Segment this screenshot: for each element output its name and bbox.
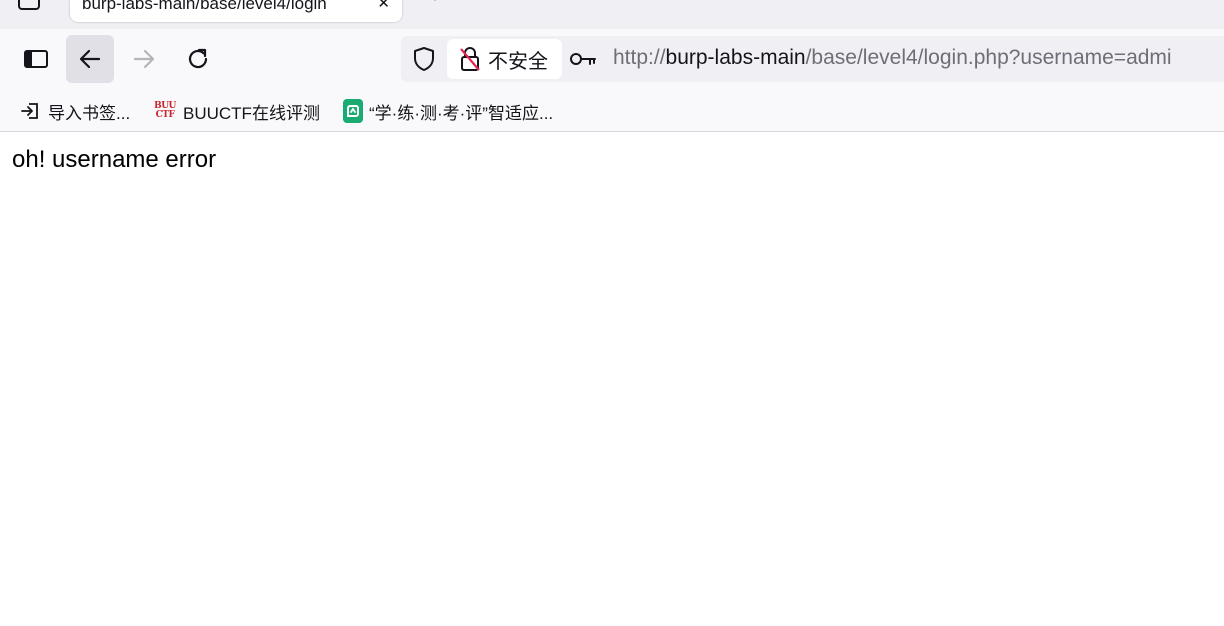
tab-title-fade: [332, 0, 402, 22]
sidebar-icon: [24, 50, 48, 68]
tracking-protection-button[interactable]: [411, 46, 437, 72]
forward-button[interactable]: [120, 35, 168, 83]
saved-password-button[interactable]: [569, 48, 597, 70]
url-host: burp-labs-main: [665, 46, 806, 69]
url-bar[interactable]: 不安全 http://burp-labs-main/base/level4/lo…: [401, 36, 1224, 82]
sidebar-toggle-button[interactable]: [12, 35, 60, 83]
buuctf-logo-icon: BUU CTF: [154, 101, 176, 120]
import-icon: [20, 101, 40, 121]
back-arrow-icon: [79, 49, 101, 69]
tab-strip: burp-labs-main/base/level4/login ✕ +: [0, 0, 1224, 29]
site-security-badge[interactable]: 不安全: [447, 39, 562, 79]
tab-list-icon: [18, 0, 40, 10]
new-tab-button[interactable]: +: [424, 0, 446, 8]
url-text[interactable]: http://burp-labs-main/base/level4/login.…: [613, 46, 1172, 70]
back-button[interactable]: [66, 35, 114, 83]
bookmark-green-app[interactable]: “学·练·测·考·评”智适应...: [343, 98, 553, 124]
bookmark-label: “学·练·测·考·评”智适应...: [369, 103, 554, 123]
url-path: /base/level4/login.php?username=admi: [805, 46, 1172, 69]
reload-icon: [188, 48, 208, 69]
navigation-toolbar: 不安全 http://burp-labs-main/base/level4/lo…: [0, 29, 1224, 90]
bookmark-label: 导入书签...: [48, 103, 131, 123]
url-scheme: http://: [613, 46, 666, 69]
shield-icon: [414, 47, 434, 71]
forward-arrow-icon: [133, 49, 155, 69]
bookmark-import[interactable]: 导入书签...: [20, 98, 130, 124]
active-tab[interactable]: burp-labs-main/base/level4/login ✕: [70, 0, 402, 22]
tab-title: burp-labs-main/base/level4/login: [82, 0, 327, 13]
security-label: 不安全: [488, 50, 548, 73]
bookmarks-toolbar: 导入书签... BUU CTF BUUCTF在线评测 “学·练·测·考·评”智适应…: [0, 90, 1224, 132]
green-app-logo-icon: [343, 99, 363, 123]
key-icon: [570, 53, 596, 65]
error-message: oh! username error: [12, 146, 217, 173]
reload-button[interactable]: [174, 35, 222, 83]
page-content: oh! username error: [0, 132, 1224, 626]
tab-list-button[interactable]: [14, 0, 44, 14]
bookmark-label: BUUCTF在线评测: [183, 103, 320, 123]
bookmark-buuctf[interactable]: BUU CTF BUUCTF在线评测: [154, 98, 320, 124]
insecure-lock-icon: [459, 46, 483, 72]
tab-close-button[interactable]: ✕: [377, 0, 390, 12]
